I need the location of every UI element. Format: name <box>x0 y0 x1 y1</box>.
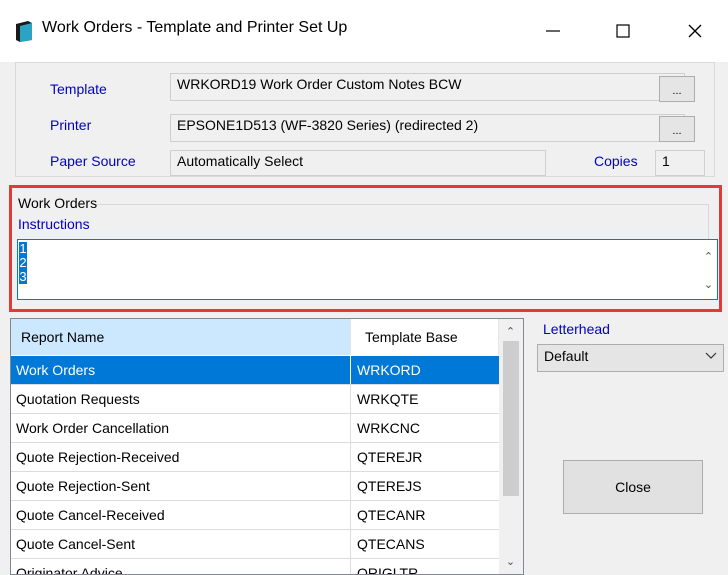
template-base-cell: ORIGLTR <box>357 565 419 575</box>
copies-label: Copies <box>594 153 638 169</box>
letterhead-select[interactable]: Default <box>537 344 724 372</box>
report-name-cell: Work Orders <box>11 356 351 384</box>
window-close-button[interactable] <box>672 12 718 50</box>
report-name-cell: Quote Cancel-Received <box>11 501 351 529</box>
document-book-icon <box>16 21 32 42</box>
column-header-report-name[interactable]: Report Name <box>11 319 351 355</box>
list-header: Report Name Template Base <box>11 319 499 355</box>
template-label: Template <box>50 81 107 97</box>
table-row[interactable]: Work Orders WRKORD <box>11 356 501 385</box>
work-orders-group-title: Work Orders <box>18 195 98 211</box>
table-row[interactable]: Quote Cancel-Received QTECANR <box>11 501 501 530</box>
instructions-textarea[interactable]: 1 2 3 ⌃ ⌄ <box>17 239 718 300</box>
template-field: WRKORD19 Work Order Custom Notes BCW <box>170 73 685 101</box>
template-base-cell: WRKCNC <box>357 420 420 436</box>
template-base-cell: QTECANS <box>357 536 425 552</box>
scroll-up-icon[interactable]: ⌃ <box>502 321 519 341</box>
report-name-cell: Quote Rejection-Received <box>11 443 351 471</box>
scrollbar-thumb[interactable] <box>503 341 519 496</box>
table-row[interactable]: Quote Cancel-Sent QTECANS <box>11 530 501 559</box>
instructions-line: 2 <box>19 255 27 270</box>
table-row[interactable]: Originator Advice ORIGLTR <box>11 559 501 575</box>
column-header-template-base[interactable]: Template Base <box>351 319 499 355</box>
scroll-up-icon[interactable]: ⌃ <box>700 246 717 266</box>
minimize-icon <box>546 30 560 32</box>
instructions-line: 1 <box>19 241 27 256</box>
instructions-text: 1 2 3 <box>19 241 27 284</box>
close-icon <box>688 24 702 38</box>
instructions-line: 3 <box>19 269 27 284</box>
list-scrollbar[interactable]: ⌃ ⌄ <box>499 319 523 574</box>
table-row[interactable]: Work Order Cancellation WRKCNC <box>11 414 501 443</box>
window-title: Work Orders - Template and Printer Set U… <box>42 19 348 36</box>
scroll-down-icon[interactable]: ⌄ <box>502 551 519 571</box>
report-name-cell: Quote Rejection-Sent <box>11 472 351 500</box>
maximize-button[interactable] <box>600 12 646 50</box>
printer-field: EPSONE1D513 (WF-3820 Series) (redirected… <box>170 114 685 142</box>
table-row[interactable]: Quotation Requests WRKQTE <box>11 385 501 414</box>
list-rows: Work Orders WRKORD Quotation Requests WR… <box>11 356 501 575</box>
letterhead-label: Letterhead <box>543 321 610 337</box>
report-name-cell: Originator Advice <box>11 559 351 574</box>
chevron-down-icon <box>705 352 717 359</box>
table-row[interactable]: Quote Rejection-Received QTEREJR <box>11 443 501 472</box>
instructions-label: Instructions <box>18 216 90 232</box>
paper-source-field: Automatically Select <box>170 150 546 176</box>
table-row[interactable]: Quote Rejection-Sent QTEREJS <box>11 472 501 501</box>
maximize-icon <box>616 24 630 38</box>
template-base-cell: QTEREJS <box>357 478 422 494</box>
template-base-cell: WRKQTE <box>357 391 419 407</box>
template-base-cell: QTEREJR <box>357 449 423 465</box>
report-name-cell: Quotation Requests <box>11 385 351 413</box>
group-border <box>96 204 708 205</box>
template-browse-button[interactable]: ... <box>659 76 695 102</box>
instructions-scrollbar[interactable]: ⌃ ⌄ <box>700 240 717 299</box>
template-base-cell: WRKORD <box>357 362 421 378</box>
letterhead-value: Default <box>544 348 589 364</box>
copies-field[interactable]: 1 <box>655 150 705 176</box>
report-name-cell: Work Order Cancellation <box>11 414 351 442</box>
template-base-cell: QTECANR <box>357 507 426 523</box>
report-list[interactable]: Report Name Template Base Work Orders WR… <box>10 318 524 575</box>
close-button[interactable]: Close <box>563 460 703 514</box>
printer-browse-button[interactable]: ... <box>659 116 695 142</box>
paper-source-label: Paper Source <box>50 153 136 169</box>
title-bar: Work Orders - Template and Printer Set U… <box>0 0 728 62</box>
printer-label: Printer <box>50 117 92 133</box>
scroll-down-icon[interactable]: ⌄ <box>700 274 717 294</box>
minimize-button[interactable] <box>530 12 576 50</box>
report-name-cell: Quote Cancel-Sent <box>11 530 351 558</box>
